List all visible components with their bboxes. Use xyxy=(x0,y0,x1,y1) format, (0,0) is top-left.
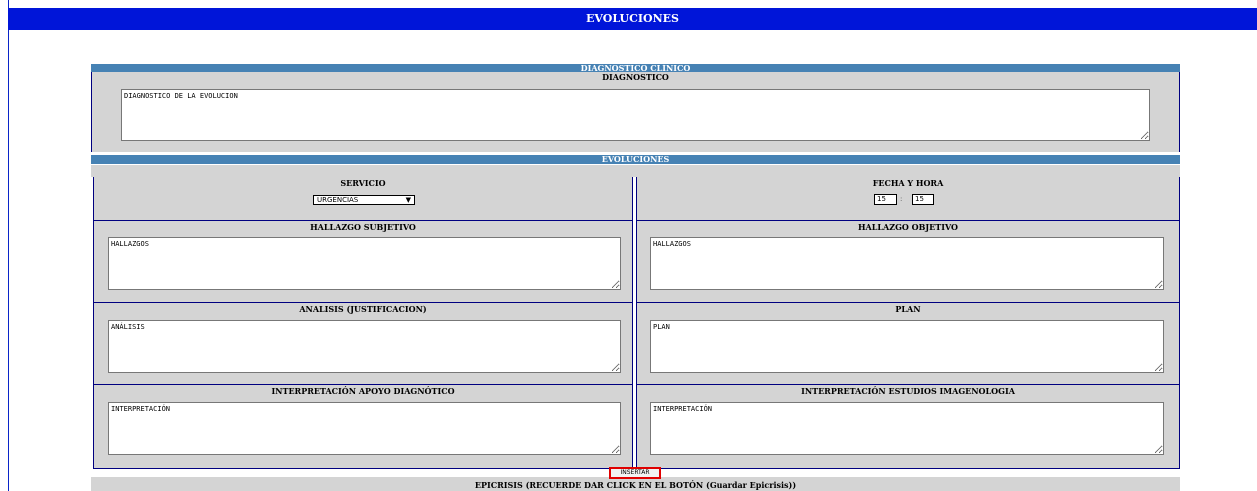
servicio-panel: SERVICIO URGENCIAS ▼ xyxy=(93,177,633,221)
interpretacion-apoyo-textarea[interactable] xyxy=(108,402,621,455)
fecha-hora-panel: FECHA Y HORA 15 : 15 xyxy=(636,177,1180,221)
servicio-label: SERVICIO xyxy=(340,178,386,188)
epicrisis-panel: EPICRISIS (RECUERDE DAR CLICK EN EL BOTÓ… xyxy=(91,477,1180,491)
chevron-down-icon: ▼ xyxy=(405,196,411,204)
interpretacion-imagen-textarea[interactable] xyxy=(650,402,1164,455)
diagnostico-textarea[interactable] xyxy=(121,89,1150,141)
interpretacion-apoyo-panel: INTERPRETACIÓN APOYO DIAGNÓTICO xyxy=(93,385,633,469)
page-title: EVOLUCIONES xyxy=(8,8,1257,30)
time-separator: : xyxy=(900,195,903,203)
diagnostico-label: DIAGNOSTICO xyxy=(602,72,669,82)
hallazgo-objetivo-label: HALLAZGO OBJETIVO xyxy=(858,222,958,232)
epicrisis-label: EPICRISIS (RECUERDE DAR CLICK EN EL BOTÓ… xyxy=(474,480,797,490)
plan-label: PLAN xyxy=(895,304,921,314)
hallazgo-subjetivo-textarea[interactable] xyxy=(108,237,621,290)
plan-panel: PLAN xyxy=(636,303,1180,385)
plan-textarea[interactable] xyxy=(650,320,1164,373)
servicio-select[interactable]: URGENCIAS ▼ xyxy=(313,195,415,205)
hallazgo-subjetivo-panel: HALLAZGO SUBJETIVO xyxy=(93,221,633,303)
hallazgo-objetivo-panel: HALLAZGO OBJETIVO xyxy=(636,221,1180,303)
interpretacion-imagen-panel: INTERPRETACIÓN ESTUDIOS IMAGENOLOGIA xyxy=(636,385,1180,469)
hallazgo-subjetivo-label: HALLAZGO SUBJETIVO xyxy=(310,222,416,232)
diagnostico-panel: DIAGNOSTICO xyxy=(91,72,1180,152)
analisis-panel: ANALISIS (JUSTIFICACION) xyxy=(93,303,633,385)
servicio-selected-value: URGENCIAS xyxy=(317,196,359,204)
analisis-label: ANALISIS (JUSTIFICACION) xyxy=(299,304,427,314)
fecha-hora-label: FECHA Y HORA xyxy=(872,178,944,188)
hallazgo-objetivo-textarea[interactable] xyxy=(650,237,1164,290)
insertar-button[interactable]: INSERTAR xyxy=(609,467,661,479)
minute-input[interactable]: 15 xyxy=(912,194,934,205)
evoluciones-spacer xyxy=(91,165,1180,177)
analisis-textarea[interactable] xyxy=(108,320,621,373)
interpretacion-imagen-label: INTERPRETACIÓN ESTUDIOS IMAGENOLOGIA xyxy=(801,386,1015,396)
hour-input[interactable]: 15 xyxy=(874,194,897,205)
evoluciones-section-header: EVOLUCIONES xyxy=(91,155,1180,164)
interpretacion-apoyo-label: INTERPRETACIÓN APOYO DIAGNÓTICO xyxy=(271,386,455,396)
